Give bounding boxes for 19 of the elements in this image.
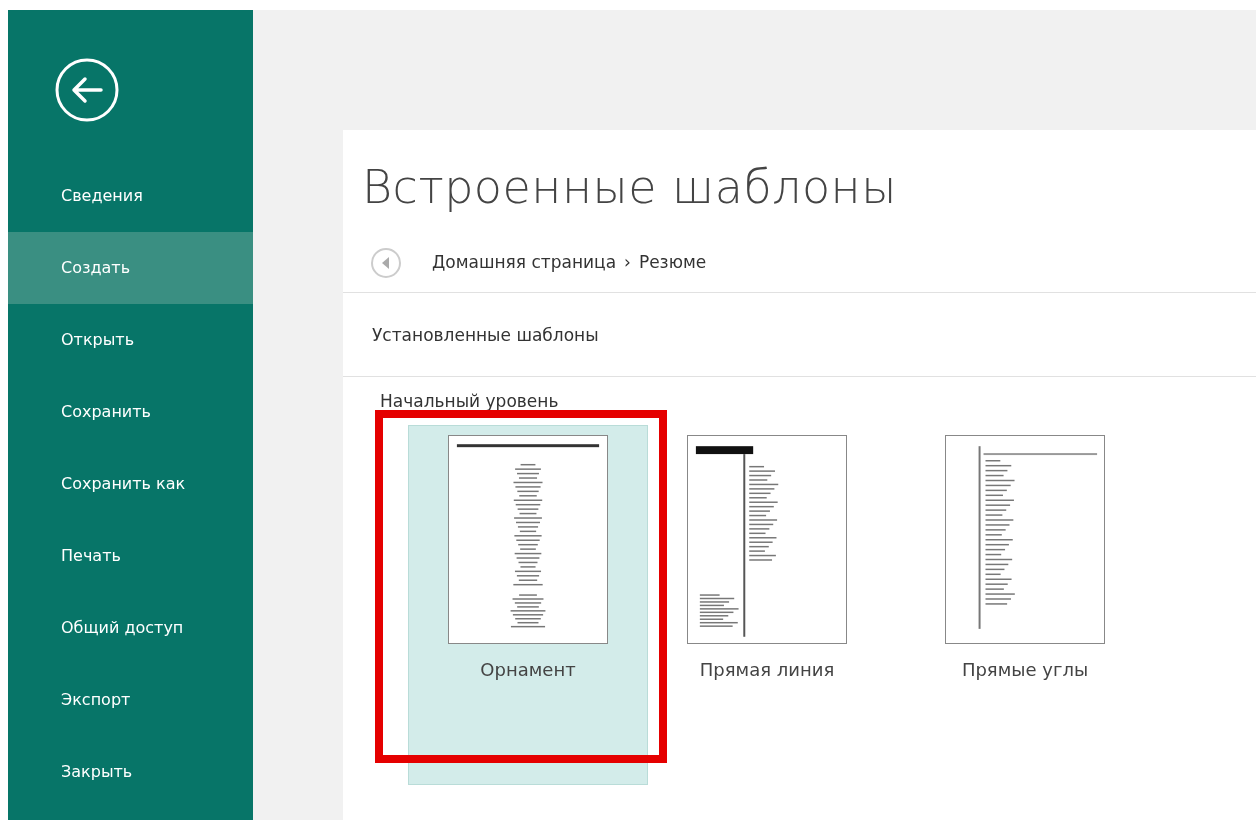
sidebar-item[interactable]: Создать <box>8 232 253 304</box>
sidebar-item[interactable]: Сохранить как <box>8 448 253 520</box>
group-heading: Начальный уровень <box>380 390 560 414</box>
sidebar-item[interactable]: Экспорт <box>8 664 253 736</box>
breadcrumb-link[interactable]: Резюме <box>638 249 707 276</box>
page-title: Встроенные шаблоны <box>362 159 898 216</box>
breadcrumb-separator: › <box>624 250 631 274</box>
sidebar-item[interactable]: Закрыть <box>8 736 253 808</box>
sidebar-item[interactable]: Общий доступ <box>8 592 253 664</box>
sidebar-item[interactable]: Печать <box>8 520 253 592</box>
back-button[interactable] <box>55 58 119 122</box>
template-tile[interactable]: Прямая линия <box>667 424 867 785</box>
template-tile[interactable]: Орнамент <box>408 424 648 785</box>
sidebar-item[interactable]: Сведения <box>8 160 253 232</box>
breadcrumb-link[interactable]: Домашняя страница <box>432 249 617 276</box>
section-heading: Установленные шаблоны <box>343 293 1256 378</box>
template-tile[interactable]: Прямые углы <box>925 424 1125 785</box>
sidebar-item[interactable]: Сохранить <box>8 376 253 448</box>
sidebar-item[interactable]: Открыть <box>8 304 253 376</box>
